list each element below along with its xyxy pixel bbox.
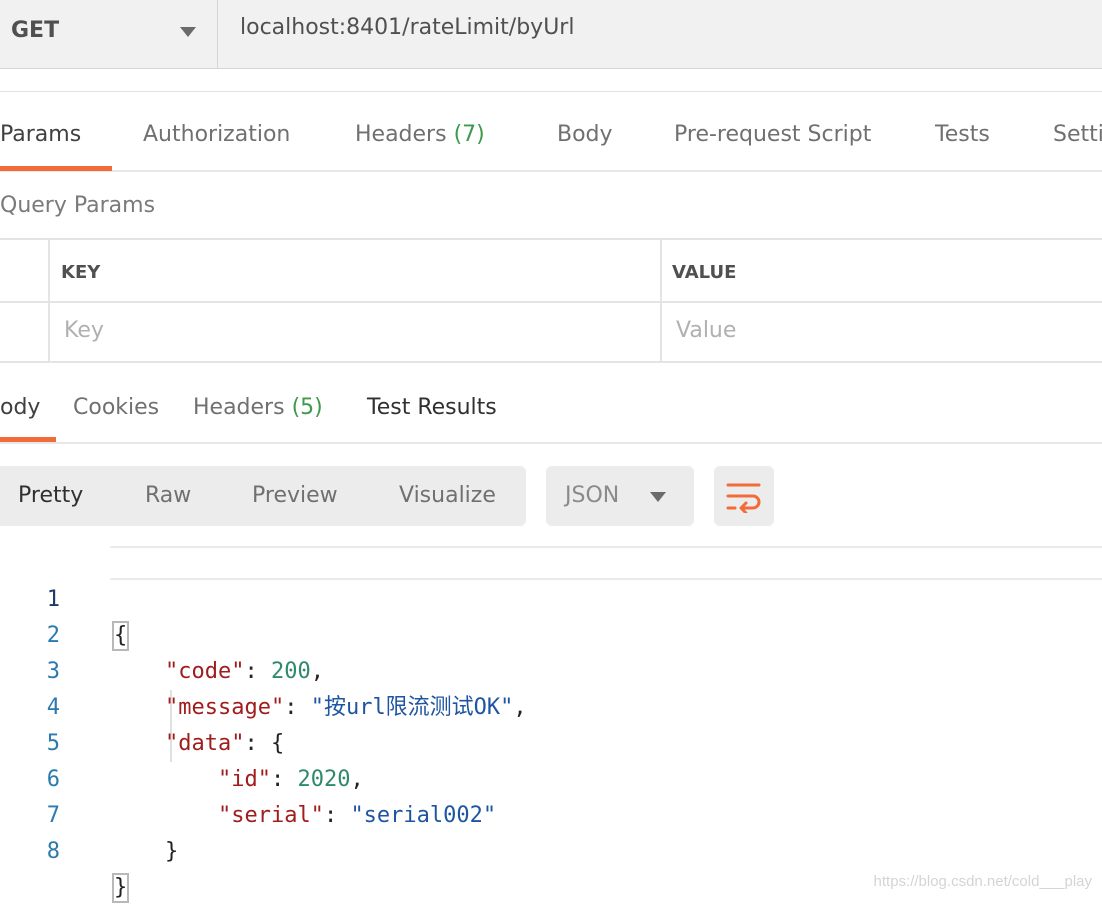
tab-settings[interactable]: Setti <box>1053 122 1102 147</box>
active-tab-indicator <box>0 166 112 171</box>
params-table: KEY VALUE <box>0 238 1102 363</box>
column-header-key: KEY <box>61 262 101 283</box>
line-number: 8 <box>46 839 60 864</box>
code-line: 1 { <box>0 546 1102 651</box>
tab-pre-request-script[interactable]: Pre-request Script <box>674 122 871 147</box>
tab-label: Body <box>557 122 613 147</box>
tab-label: Params <box>0 122 82 147</box>
tab-headers[interactable]: Headers (5) <box>193 395 323 420</box>
view-preview-button[interactable]: Preview <box>252 483 338 508</box>
tab-label: Headers <box>355 122 447 147</box>
section-title: Query Params <box>0 193 156 218</box>
code-line: 2 "code": 200, <box>0 582 1102 684</box>
tab-cookies[interactable]: Cookies <box>73 395 159 420</box>
url-input[interactable]: localhost:8401/rateLimit/byUrl <box>240 15 574 40</box>
code-line: 8 } <box>0 798 1102 903</box>
tab-test-results[interactable]: Test Results <box>367 395 497 420</box>
divider <box>0 69 1102 92</box>
request-tabs: Params Authorization Headers (7) Body Pr… <box>0 92 1102 172</box>
chevron-down-icon <box>650 492 666 502</box>
tab-headers[interactable]: Headers (7) <box>355 122 485 147</box>
tab-label: Setti <box>1053 122 1102 147</box>
code-line: 4 "data": { <box>0 654 1102 756</box>
count-badge: (5) <box>291 395 323 420</box>
method-select[interactable]: GET <box>0 0 218 68</box>
tab-label: Authorization <box>143 122 291 147</box>
json-brace: } <box>112 873 130 903</box>
count-badge: (7) <box>453 122 485 147</box>
column-header-value: VALUE <box>672 262 737 283</box>
watermark: https://blog.csdn.net/cold___play <box>873 873 1092 890</box>
divider <box>0 301 1102 303</box>
wrap-lines-icon <box>726 483 761 513</box>
response-tabs: ody Cookies Headers (5) Test Results <box>0 364 1102 444</box>
code-line: 6 "serial": "serial002" <box>0 726 1102 828</box>
wrap-lines-button[interactable] <box>714 466 774 526</box>
tab-label: Pre-request Script <box>674 122 872 147</box>
value-input[interactable] <box>676 318 976 343</box>
tab-authorization[interactable]: Authorization <box>143 122 290 147</box>
tab-tests[interactable]: Tests <box>935 122 990 147</box>
active-tab-indicator <box>0 437 56 442</box>
tab-params[interactable]: Params <box>0 122 81 147</box>
tab-label: Tests <box>935 122 990 147</box>
request-bar: GET localhost:8401/rateLimit/byUrl <box>0 0 1102 69</box>
view-mode-group: Pretty Raw Preview Visualize <box>0 466 526 526</box>
view-raw-button[interactable]: Raw <box>145 483 191 508</box>
tab-body[interactable]: Body <box>557 122 613 147</box>
method-label: GET <box>11 18 60 43</box>
view-visualize-button[interactable]: Visualize <box>399 483 496 508</box>
code-line: 7 } <box>0 762 1102 864</box>
format-label: JSON <box>565 483 620 508</box>
chevron-down-icon <box>180 27 196 37</box>
key-input[interactable] <box>64 318 364 343</box>
code-line: 5 "id": 2020, <box>0 690 1102 792</box>
code-line: 3 "message": "按url限流测试OK", <box>0 618 1102 720</box>
tab-body[interactable]: ody <box>0 395 40 420</box>
format-select[interactable]: JSON <box>546 466 694 526</box>
tab-label: Headers <box>193 395 285 420</box>
view-pretty-button[interactable]: Pretty <box>18 483 83 508</box>
